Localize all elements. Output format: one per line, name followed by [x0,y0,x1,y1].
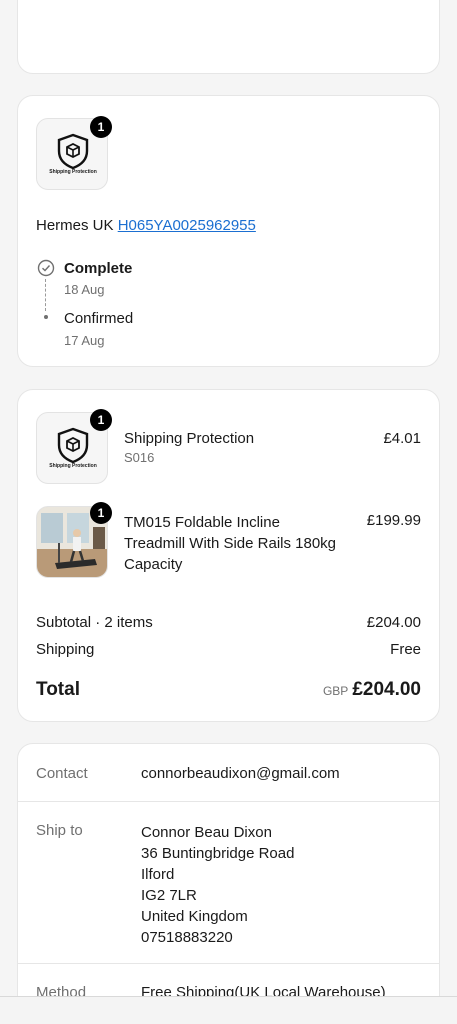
shipping-label: Shipping [36,641,95,658]
shipping-value: Free [390,641,421,658]
address-line: 07518883220 [141,929,233,946]
address-line: Connor Beau Dixon [141,824,272,841]
total-amount: GBP £204.00 [323,679,421,701]
subtotal-value: £204.00 [366,614,421,631]
carrier-name: Hermes UK [36,217,114,234]
order-summary-card: Shipping Protection 1 Shipping Protectio… [17,389,440,722]
contact-label: Contact [36,765,88,782]
quantity-badge: 1 [90,409,112,431]
address-line: United Kingdom [141,908,248,925]
item-sku: S016 [124,450,155,465]
total-label: Total [36,679,80,700]
item-price: £199.99 [366,512,421,529]
check-circle-icon [37,259,55,277]
ship-to-label: Ship to [36,822,83,839]
item-name-line: Treadmill With Side Rails 180kg [124,535,337,552]
previous-section-card [17,0,440,74]
total-value: £204.00 [352,679,421,700]
thumbnail-caption: Shipping Protection [49,463,97,469]
shipping-address: Connor Beau Dixon 36 Buntingbridge Road … [141,822,294,948]
address-line: 36 Buntingbridge Road [141,845,295,862]
item-name: Shipping Protection [124,430,255,447]
subtotal-label: Subtotal · 2 items [36,614,153,631]
address-line: IG2 7LR [141,887,197,904]
item-name: TM015 Foldable Incline Treadmill With Si… [124,512,336,575]
thumbnail-caption: Shipping Protection [49,169,97,175]
divider [18,963,439,964]
bottom-bar [0,996,457,1024]
contact-value: connorbeaudixon@gmail.com [141,765,340,782]
quantity-badge: 1 [90,502,112,524]
timeline-dot [44,315,48,319]
timeline-status-confirmed: Confirmed [64,310,134,327]
timeline-date-complete: 18 Aug [64,282,105,297]
divider [18,801,439,802]
address-line: Ilford [141,866,175,883]
tracking-info: Hermes UK H065YA0025962955 [36,217,256,234]
shipment-card: Shipping Protection 1 Hermes UK H065YA00… [17,95,440,367]
quantity-badge: 1 [90,116,112,138]
item-name-line: Capacity [124,556,183,573]
timeline-date-confirmed: 17 Aug [64,333,105,348]
customer-details-card: Contact connorbeaudixon@gmail.com Ship t… [17,743,440,1024]
item-price: £4.01 [383,430,421,447]
timeline-connector [45,279,46,311]
item-name-line: TM015 Foldable Incline [124,514,280,531]
currency-code: GBP [322,684,349,698]
timeline-status-complete: Complete [64,260,133,277]
tracking-number-link[interactable]: H065YA0025962955 [118,217,256,234]
